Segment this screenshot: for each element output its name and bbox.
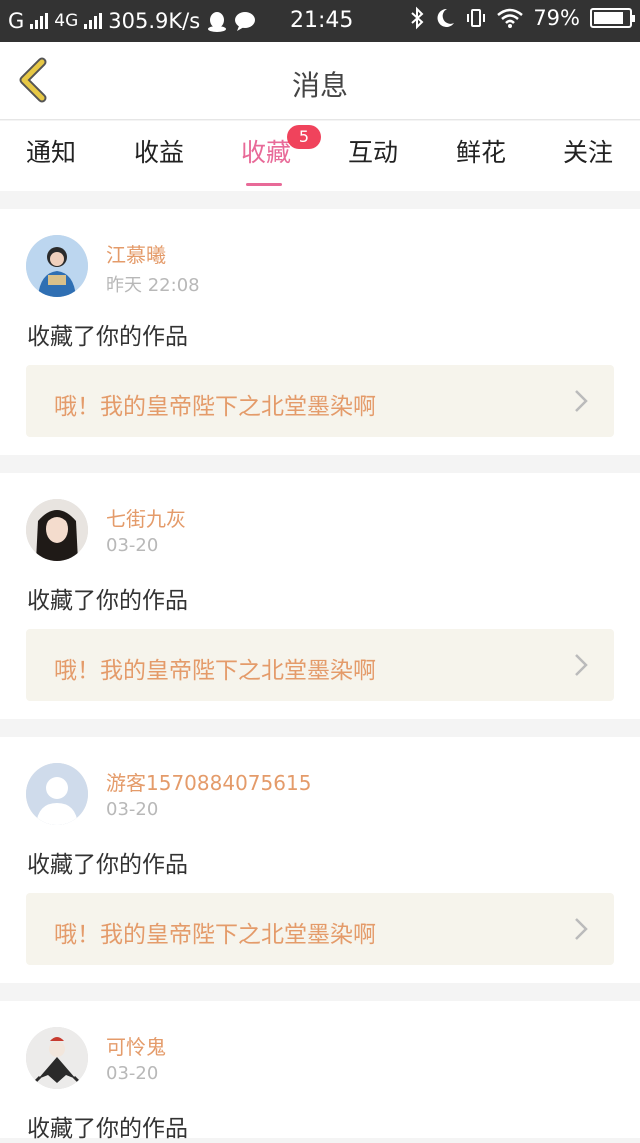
- avatar[interactable]: [26, 235, 88, 297]
- qq-icon: [208, 12, 227, 32]
- status-bar: G 4G 305.9K/s 21:45 79%: [0, 0, 640, 42]
- status-right: 79%: [409, 6, 635, 30]
- carrier2-label: 4G: [54, 11, 79, 31]
- work-link[interactable]: 哦！我的皇帝陛下之北堂墨染啊: [26, 629, 614, 701]
- signal-icon: [30, 13, 49, 29]
- chevron-right-icon: [575, 654, 588, 676]
- chevron-right-icon: [575, 918, 588, 940]
- moon-icon: [437, 8, 455, 27]
- active-tab-indicator: [246, 183, 282, 186]
- work-title: 哦！我的皇帝陛下之北堂墨染啊: [54, 394, 376, 420]
- list-item: 七街九灰 03-20 收藏了你的作品 哦！我的皇帝陛下之北堂墨染啊: [0, 473, 640, 719]
- tab-earnings[interactable]: 收益: [114, 133, 204, 169]
- vibrate-icon: [467, 9, 486, 27]
- status-left: G 4G 305.9K/s: [8, 9, 256, 33]
- timestamp: 03-20: [106, 1063, 159, 1084]
- battery-percent: 79%: [533, 6, 580, 30]
- user-name[interactable]: 游客1570884075615: [106, 767, 311, 796]
- action-text: 收藏了你的作品: [27, 852, 188, 878]
- tab-favorites-label: 收藏: [240, 138, 291, 167]
- user-name[interactable]: 七街九灰: [106, 503, 186, 532]
- message-icon: [235, 12, 256, 31]
- tab-interactions[interactable]: 互动: [328, 133, 418, 169]
- tab-flowers[interactable]: 鲜花: [436, 133, 526, 169]
- bluetooth-icon: [411, 6, 424, 30]
- page-title: 消息: [291, 69, 348, 102]
- avatar[interactable]: [26, 1027, 88, 1089]
- wifi-icon: [497, 8, 524, 28]
- signal-icon-2: [84, 13, 103, 29]
- avatar[interactable]: [26, 499, 88, 561]
- carrier1-label: G: [8, 9, 25, 33]
- user-name[interactable]: 江慕曦: [106, 239, 166, 268]
- timestamp: 昨天 22:08: [106, 275, 200, 296]
- timestamp: 03-20: [106, 535, 159, 556]
- network-speed: 305.9K/s: [108, 9, 201, 33]
- unread-badge: 5: [287, 125, 321, 149]
- tab-favorites[interactable]: 收藏 5: [221, 125, 321, 186]
- tab-follows[interactable]: 关注: [543, 133, 633, 169]
- header: 消息: [0, 42, 640, 120]
- work-title: 哦！我的皇帝陛下之北堂墨染啊: [54, 922, 376, 948]
- work-title: 哦！我的皇帝陛下之北堂墨染啊: [54, 658, 376, 684]
- tab-bar: 通知 收益 收藏 5 互动 鲜花 关注: [0, 121, 640, 191]
- tab-notifications[interactable]: 通知: [6, 133, 96, 169]
- work-link[interactable]: 哦！我的皇帝陛下之北堂墨染啊: [26, 893, 614, 965]
- user-name[interactable]: 可怜鬼: [106, 1031, 166, 1060]
- default-avatar[interactable]: [26, 763, 88, 825]
- clock: 21:45: [290, 8, 354, 33]
- action-text: 收藏了你的作品: [27, 588, 188, 614]
- battery-icon: [590, 8, 635, 28]
- work-link[interactable]: 哦！我的皇帝陛下之北堂墨染啊: [26, 365, 614, 437]
- action-text: 收藏了你的作品: [27, 324, 188, 350]
- list-item: 游客1570884075615 03-20 收藏了你的作品 哦！我的皇帝陛下之北…: [0, 737, 640, 983]
- list-item: 江慕曦 昨天 22:08 收藏了你的作品 哦！我的皇帝陛下之北堂墨染啊: [0, 209, 640, 455]
- list-item: 可怜鬼 03-20 收藏了你的作品: [0, 1001, 640, 1142]
- timestamp: 03-20: [106, 799, 159, 820]
- chevron-right-icon: [575, 390, 588, 412]
